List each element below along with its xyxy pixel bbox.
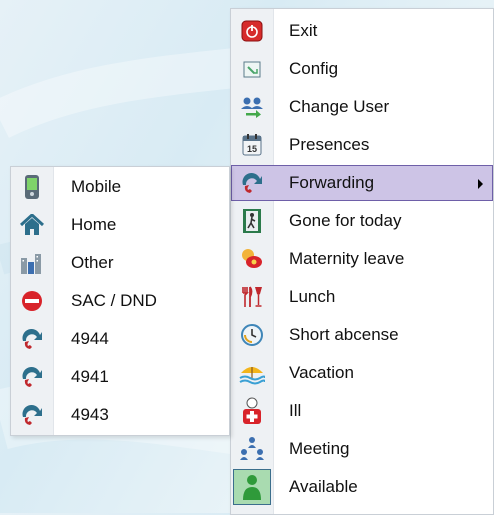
- menu-item-lunch[interactable]: Lunch: [231, 279, 493, 315]
- submenu-item-4941[interactable]: 4941: [11, 359, 229, 395]
- forwarding-phone-icon: [19, 364, 45, 390]
- menu-item-label: Config: [289, 59, 339, 78]
- buildings-icon: [19, 250, 45, 276]
- menu-item-label: 4943: [71, 405, 109, 424]
- menu-item-label: Change User: [289, 97, 390, 116]
- menu-item-available[interactable]: Available: [231, 469, 493, 505]
- menu-item-meeting[interactable]: Meeting: [231, 431, 493, 467]
- menu-item-gone-for-today[interactable]: Gone for today: [231, 203, 493, 239]
- config-icon: [239, 56, 265, 82]
- mobile-phone-icon: [19, 174, 45, 200]
- menu-item-label: Meeting: [289, 439, 350, 458]
- menu-item-label: Gone for today: [289, 211, 402, 230]
- medical-cross-icon: [239, 397, 265, 424]
- menu-item-label: 4941: [71, 367, 109, 386]
- menu-item-exit[interactable]: Exit: [231, 13, 493, 49]
- menu-item-label: Lunch: [289, 287, 336, 306]
- forwarding-phone-icon: [19, 326, 45, 352]
- menu-item-label: Exit: [289, 21, 318, 40]
- exit-door-icon: [239, 208, 265, 234]
- available-person-icon: [233, 469, 271, 505]
- menu-item-forwarding[interactable]: Forwarding: [231, 165, 493, 201]
- meeting-people-icon: [239, 436, 265, 462]
- menu-item-maternity-leave[interactable]: Maternity leave: [231, 241, 493, 277]
- calendar-icon: 15: [239, 132, 265, 158]
- do-not-disturb-icon: [19, 288, 45, 314]
- menu-item-label: Home: [71, 215, 117, 234]
- cutlery-icon: [239, 284, 265, 310]
- menu-item-change-user[interactable]: Change User: [231, 89, 493, 125]
- menu-item-label: Vacation: [289, 363, 354, 382]
- menu-item-label: Ill: [289, 401, 302, 420]
- power-icon: [239, 18, 265, 44]
- menu-item-presences[interactable]: 15 Presences: [231, 127, 493, 163]
- forwarding-phone-icon: [239, 170, 265, 196]
- menu-item-short-absence[interactable]: Short abcense: [231, 317, 493, 353]
- submenu-item-4944[interactable]: 4944: [11, 321, 229, 357]
- pacifier-icon: [239, 246, 265, 272]
- menu-item-label: 4944: [71, 329, 109, 348]
- change-user-icon: [239, 94, 265, 120]
- forwarding-phone-icon: [19, 402, 45, 428]
- menu-item-label: Other: [71, 253, 114, 272]
- menu-item-label: Short abcense: [289, 325, 399, 344]
- menu-item-label: Maternity leave: [289, 249, 405, 268]
- submenu-item-4943[interactable]: 4943: [11, 397, 229, 433]
- home-icon: [19, 212, 45, 238]
- forwarding-submenu: Mobile Home Other SAC / DND 4944 4941 49…: [10, 166, 230, 436]
- menu-item-label: SAC / DND: [71, 291, 157, 310]
- menu-item-config[interactable]: Config: [231, 51, 493, 87]
- menu-item-label: Presences: [289, 135, 370, 154]
- submenu-item-other[interactable]: Other: [11, 245, 229, 281]
- beach-umbrella-icon: [239, 360, 265, 386]
- svg-text:15: 15: [247, 144, 257, 154]
- menu-item-label: Available: [289, 477, 358, 496]
- menu-item-ill[interactable]: Ill: [231, 393, 493, 429]
- menu-item-label: Mobile: [71, 177, 122, 196]
- menu-item-label: Forwarding: [289, 173, 375, 192]
- submenu-arrow-icon: [478, 179, 483, 189]
- submenu-item-mobile[interactable]: Mobile: [11, 169, 229, 205]
- submenu-item-home[interactable]: Home: [11, 207, 229, 243]
- menu-item-vacation[interactable]: Vacation: [231, 355, 493, 391]
- context-menu: Exit Config Change User 15 Presences For…: [230, 8, 494, 515]
- submenu-item-sac-dnd[interactable]: SAC / DND: [11, 283, 229, 319]
- clock-icon: [239, 322, 265, 348]
